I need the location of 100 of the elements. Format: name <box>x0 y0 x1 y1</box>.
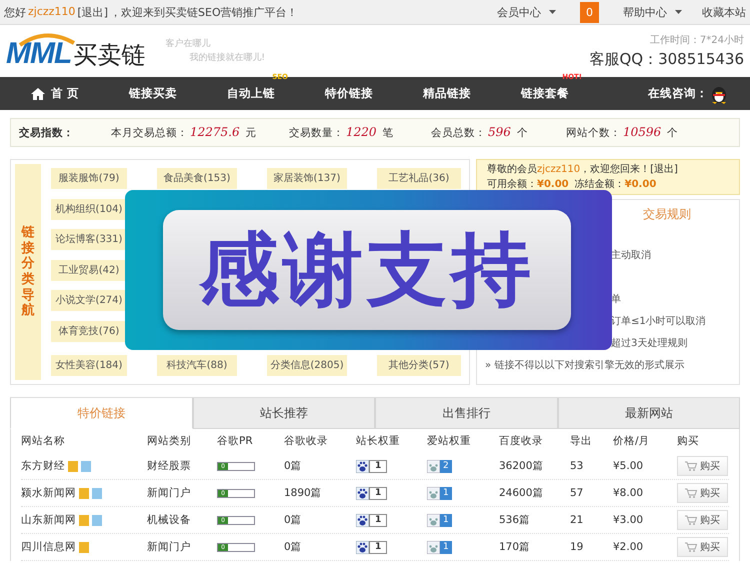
category-link[interactable]: 家居装饰(137) <box>267 168 347 189</box>
stat-label: 网站个数： <box>566 126 621 140</box>
column-header: 网站名称 <box>21 434 66 448</box>
category-link[interactable]: 分类信息(2805) <box>267 355 347 376</box>
site-name: 山东新闻网 <box>21 513 76 527</box>
logo[interactable]: MML买卖链 <box>6 31 146 71</box>
table-cell-text: 新闻门户 <box>147 540 192 554</box>
paw-icon <box>427 540 440 554</box>
frozen-value: ¥0.00 <box>624 178 656 192</box>
welcome-back-text: ，欢迎您回来！ <box>580 162 650 177</box>
tab[interactable]: 最新网站 <box>558 398 740 429</box>
slogan-text: 客户在哪儿 <box>165 38 212 51</box>
table-cell-text: 1890篇 <box>284 486 323 500</box>
table-cell-text: 机械设备 <box>147 513 192 527</box>
weight-value: 1 <box>369 486 388 500</box>
table-cell-text: 新闻门户 <box>147 486 192 500</box>
logout-link[interactable]: [退出] <box>650 162 678 177</box>
stat-value: 596 <box>488 125 511 139</box>
table-cell-text: ¥5.00 <box>613 460 644 472</box>
table-cell-text: 0篇 <box>284 513 303 527</box>
nav-link[interactable]: 自动上链 <box>227 86 275 101</box>
category-link[interactable]: 机构组织(104) <box>51 198 127 220</box>
weight-value: 1 <box>369 540 388 554</box>
category-link[interactable]: 工艺礼品(36) <box>377 168 461 189</box>
menu-dropdown[interactable]: 帮助中心 <box>623 4 682 20</box>
table-cell-text: 0篇 <box>284 459 303 473</box>
category-link[interactable]: 论坛博客(331) <box>51 229 127 250</box>
table-cell-text: 536篇 <box>499 513 532 527</box>
menu-dropdown[interactable]: 会员中心 <box>497 4 556 20</box>
site-name: 四川信息网 <box>21 540 76 554</box>
table-cell-text: ¥2.00 <box>613 541 644 553</box>
category-link[interactable]: 科技汽车(88) <box>157 355 237 376</box>
paw-icon <box>356 486 369 500</box>
tab[interactable]: 出售排行 <box>375 398 558 429</box>
column-header: 百度收录 <box>499 434 544 448</box>
cart-icon <box>685 515 697 525</box>
category-link[interactable]: 女性美容(184) <box>51 355 127 376</box>
balance-label: 可用余额： <box>487 178 537 192</box>
paw-icon <box>427 486 440 500</box>
bookmark-link[interactable]: 收藏本站 <box>702 4 746 20</box>
buy-button[interactable]: 购买 <box>677 483 728 503</box>
paw-icon <box>427 514 440 526</box>
table-cell-text: 21 <box>570 514 584 526</box>
frozen-label: 冻结金额： <box>574 178 625 192</box>
slogan-text: 我的链接就在哪儿! <box>189 52 265 65</box>
weight-value: 1 <box>440 540 452 554</box>
stat-unit: 笔 <box>382 126 394 140</box>
buy-button[interactable]: 购买 <box>677 537 728 557</box>
category-link[interactable]: 工业贸易(42) <box>51 260 127 280</box>
balance-value: ¥0.00 <box>537 178 569 192</box>
column-header: 站长权重 <box>356 434 401 448</box>
column-header: 爱站权重 <box>427 434 472 448</box>
paw-icon <box>427 460 440 472</box>
nav-link[interactable]: 特价链接 <box>325 86 373 101</box>
hours-text: 工作时间：7*24小时 <box>648 34 744 47</box>
welcome-text: ，欢迎来到买卖链SEO营销推广平台！ <box>110 4 298 20</box>
stat-value: 10596 <box>623 125 662 139</box>
category-link[interactable]: 服装服饰(79) <box>51 168 127 189</box>
paw-icon <box>356 460 369 472</box>
stat-unit: 个 <box>516 126 528 140</box>
category-link[interactable]: 体育竞技(76) <box>51 320 127 342</box>
nav-link[interactable]: 精品链接 <box>423 86 471 101</box>
caret-icon <box>675 10 682 14</box>
table-cell-text: ¥8.00 <box>613 487 644 499</box>
buy-button[interactable]: 购买 <box>677 456 728 476</box>
stat-label: 本月交易总额： <box>111 126 188 140</box>
column-header: 谷歌收录 <box>284 434 329 448</box>
table-cell-text: 57 <box>570 487 584 499</box>
stat-value: 12275.6 <box>190 125 240 139</box>
support-qq-text: 客服QQ：308515436 <box>589 50 744 69</box>
cart-icon <box>685 488 697 498</box>
stats-title: 交易指数： <box>19 126 75 140</box>
buy-button[interactable]: 购买 <box>677 510 728 530</box>
site-name: 颍水新闻网 <box>21 486 76 500</box>
column-header: 购买 <box>677 434 700 448</box>
category-title: 链接分类导航 <box>15 164 41 380</box>
rule-text: 主动取消 <box>610 248 652 263</box>
nav-link[interactable]: 链接买卖 <box>129 86 177 101</box>
weight-value: 1 <box>369 460 388 472</box>
weight-value: 2 <box>440 460 452 472</box>
member-label: 尊敬的会员 <box>487 162 537 177</box>
paw-icon <box>356 514 369 526</box>
category-link[interactable]: 小说文学(274) <box>51 290 127 311</box>
nav-link[interactable]: 链接套餐 <box>521 86 569 101</box>
column-header: 导出 <box>570 434 593 448</box>
stat-value: 1220 <box>346 125 377 139</box>
table-cell-text: 财经股票 <box>147 459 192 473</box>
table-cell-text: 53 <box>570 460 584 472</box>
category-link[interactable]: 食品美食(153) <box>157 168 237 189</box>
column-header: 谷歌PR <box>217 434 254 448</box>
column-header: 价格/月 <box>613 434 651 448</box>
table-cell-text: 170篇 <box>499 540 532 554</box>
nav-link[interactable]: 首 页 <box>30 86 79 101</box>
category-link[interactable]: 其他分类(57) <box>377 355 461 376</box>
logout-link[interactable]: [退出] <box>77 4 108 20</box>
tab[interactable]: 站长推荐 <box>192 398 375 429</box>
weight-value: 1 <box>369 514 388 526</box>
table-cell-text: 19 <box>570 541 584 553</box>
cart-icon <box>685 461 697 471</box>
rule-text: » 链接不得以以下对搜索引擎无效的形式展示 <box>485 358 686 373</box>
